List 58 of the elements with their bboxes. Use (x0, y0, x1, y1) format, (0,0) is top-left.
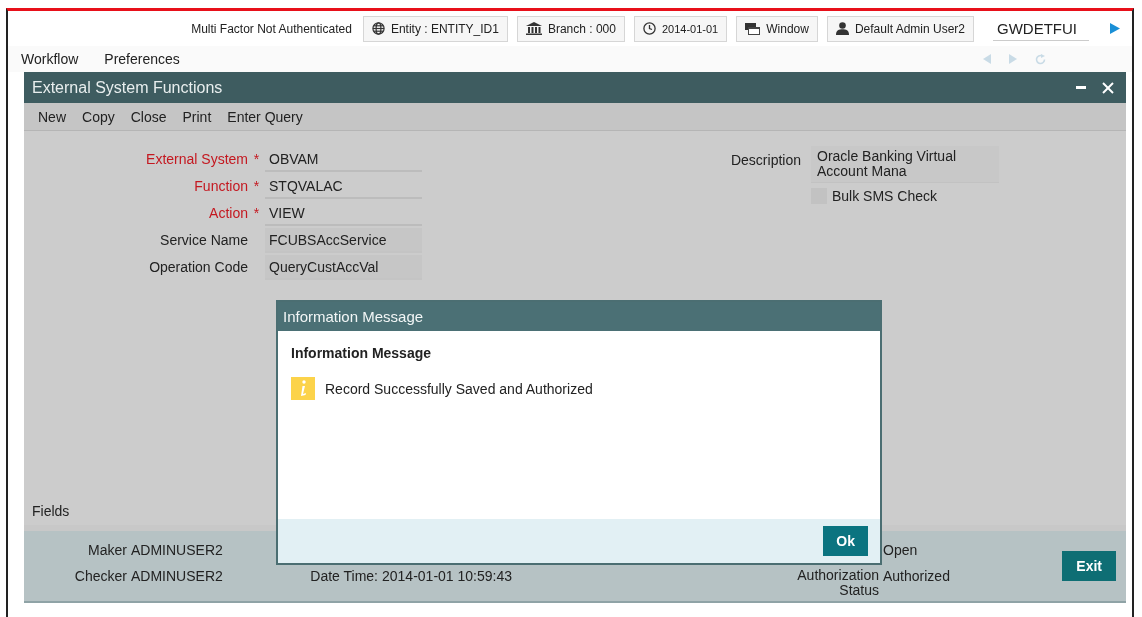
input-field[interactable]: VIEW (265, 200, 422, 226)
required-mark: * (252, 178, 261, 194)
windows-icon (745, 22, 761, 35)
field-label: Action (208, 205, 248, 221)
footer-label: Authorization Status (796, 568, 879, 598)
description-field[interactable]: Oracle Banking Virtual Account Mana (811, 146, 999, 183)
menu-item[interactable]: Workflow (21, 51, 79, 67)
info-icon (291, 377, 315, 400)
footer-label: Maker (87, 542, 127, 558)
minimize-icon (1076, 86, 1086, 89)
bank-icon (525, 22, 542, 35)
right-arrow-icon (1009, 54, 1017, 64)
exit-button[interactable]: Exit (1062, 551, 1116, 581)
footer-label: Checker (73, 568, 127, 584)
footer-value: Open (883, 542, 918, 558)
dialog-heading: Information Message (291, 345, 433, 361)
input-field[interactable]: OBVAM (265, 146, 422, 172)
field-label: Operation Code (148, 259, 248, 275)
input-field[interactable]: STQVALAC (265, 173, 422, 199)
footer-label: Date Time: (309, 568, 378, 584)
ok-button[interactable]: Ok (823, 526, 868, 556)
user-icon (835, 22, 849, 35)
input-field[interactable]: FCUBSAccService (265, 227, 422, 253)
refresh-icon (1035, 53, 1046, 65)
required-mark: * (252, 151, 261, 167)
checkbox-label: Bulk SMS Check (832, 188, 938, 204)
menu-item[interactable]: Preferences (104, 51, 180, 67)
field-label: Service Name (159, 232, 248, 248)
field-label: Function (193, 178, 248, 194)
globe-icon (371, 22, 385, 35)
input-field[interactable]: QueryCustAccVal (265, 254, 422, 280)
date-button[interactable]: 2014-01-01 (633, 15, 728, 42)
footer-value: ADMINUSER2 (131, 542, 223, 558)
window-button[interactable]: Window (736, 15, 818, 42)
left-arrow-icon (983, 54, 991, 64)
required-mark: * (252, 205, 261, 221)
toolbar-button[interactable]: Print (174, 106, 220, 127)
branch-button[interactable]: Branch : 000 (516, 15, 625, 42)
window-title: External System Functions (32, 78, 223, 97)
clock-icon (642, 22, 656, 35)
entity-button[interactable]: Entity : ENTITY_ID1 (362, 15, 508, 42)
authentication-status: Multi Factor Not Authenticated (191, 21, 352, 36)
footer-value: 2014-01-01 10:59:43 (382, 568, 512, 584)
field-label: Description (729, 151, 801, 168)
footer-value: ADMINUSER2 (131, 568, 223, 584)
play-button[interactable] (1108, 21, 1122, 36)
toolbar-button[interactable]: Copy (74, 106, 123, 127)
toolbar-button[interactable]: Enter Query (219, 106, 311, 127)
field-label: External System (145, 151, 248, 167)
user-button[interactable]: Default Admin User2 (826, 15, 974, 42)
section-title: Fields (32, 503, 70, 519)
dialog-title: Information Message (283, 308, 424, 325)
toolbar-button[interactable]: Close (122, 106, 175, 127)
message-text: Record Successfully Saved and Authorized (325, 380, 593, 397)
toolbar-button[interactable]: New (30, 106, 74, 127)
close-icon (1102, 81, 1114, 94)
footer-value: Authorized (883, 568, 950, 586)
play-icon (1110, 23, 1120, 34)
